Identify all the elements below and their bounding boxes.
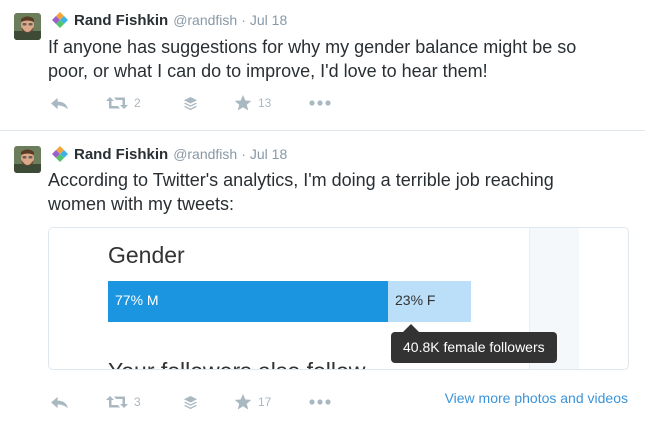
timestamp[interactable]: Jul 18 (250, 146, 287, 162)
tooltip: 40.8K female followers (391, 332, 557, 363)
author-username[interactable]: @randfish (173, 12, 237, 28)
gender-bar: 77% M 23% F (108, 281, 471, 322)
tweet-header: Rand Fishkin @randfish · Jul 18 (52, 144, 287, 164)
more-button[interactable] (309, 93, 331, 113)
star-icon (234, 393, 252, 411)
bar-male-segment: 77% M (108, 281, 388, 322)
more-button[interactable] (309, 392, 331, 412)
reply-button[interactable] (50, 93, 69, 113)
stack-button[interactable] (183, 392, 198, 412)
product-logo-icon (52, 12, 68, 28)
tweet-text: If anyone has suggestions for why my gen… (48, 35, 628, 83)
tweet-text-line: If anyone has suggestions for why my gen… (48, 37, 577, 57)
favorite-count: 13 (258, 96, 272, 110)
tweet-text-line: women with my tweets: (48, 194, 235, 214)
retweet-count: 3 (134, 395, 141, 409)
timestamp[interactable]: Jul 18 (250, 12, 287, 28)
star-icon (234, 94, 252, 112)
more-dots-icon (309, 100, 331, 106)
retweet-count: 2 (134, 96, 141, 110)
avatar[interactable] (14, 13, 41, 40)
tweet[interactable]: Rand Fishkin @randfish · Jul 18 Accordin… (0, 131, 645, 426)
reply-icon (50, 96, 69, 111)
bar-female-segment: 23% F (388, 281, 471, 322)
tweet-header: Rand Fishkin @randfish · Jul 18 (52, 10, 287, 30)
reply-button[interactable] (50, 392, 69, 412)
reply-icon (50, 395, 69, 410)
tweet-text: According to Twitter's analytics, I'm do… (48, 168, 628, 216)
media-preview[interactable]: Gender 77% M 23% F 40.8K female follower… (48, 227, 629, 370)
female-label: 23% F (395, 292, 436, 308)
retweet-icon (106, 95, 128, 111)
author-fullname[interactable]: Rand Fishkin (74, 146, 168, 163)
author-fullname[interactable]: Rand Fishkin (74, 12, 168, 29)
favorite-count: 17 (258, 395, 272, 409)
retweet-button[interactable]: 2 (106, 93, 141, 113)
tweet-text-line: poor, or what I can do to improve, I'd l… (48, 61, 488, 81)
layers-icon (183, 395, 198, 410)
avatar[interactable] (14, 146, 41, 173)
tweet-text-line: According to Twitter's analytics, I'm do… (48, 170, 554, 190)
separator: · (241, 146, 246, 162)
author-username[interactable]: @randfish (173, 146, 237, 162)
favorite-button[interactable]: 13 (234, 93, 271, 113)
more-dots-icon (309, 399, 331, 405)
male-label: 77% M (115, 292, 159, 308)
retweet-icon (106, 394, 128, 410)
retweet-button[interactable]: 3 (106, 392, 141, 412)
layers-icon (183, 96, 198, 111)
tweet[interactable]: Rand Fishkin @randfish · Jul 18 If anyon… (0, 0, 645, 131)
cut-off-heading: Your followers also follow (108, 358, 365, 369)
tooltip-arrow (403, 324, 419, 332)
view-more-media-link[interactable]: View more photos and videos (445, 390, 628, 406)
favorite-button[interactable]: 17 (234, 392, 271, 412)
product-logo-icon (52, 146, 68, 162)
chart-title: Gender (108, 242, 185, 268)
separator: · (241, 12, 246, 28)
stack-button[interactable] (183, 93, 198, 113)
